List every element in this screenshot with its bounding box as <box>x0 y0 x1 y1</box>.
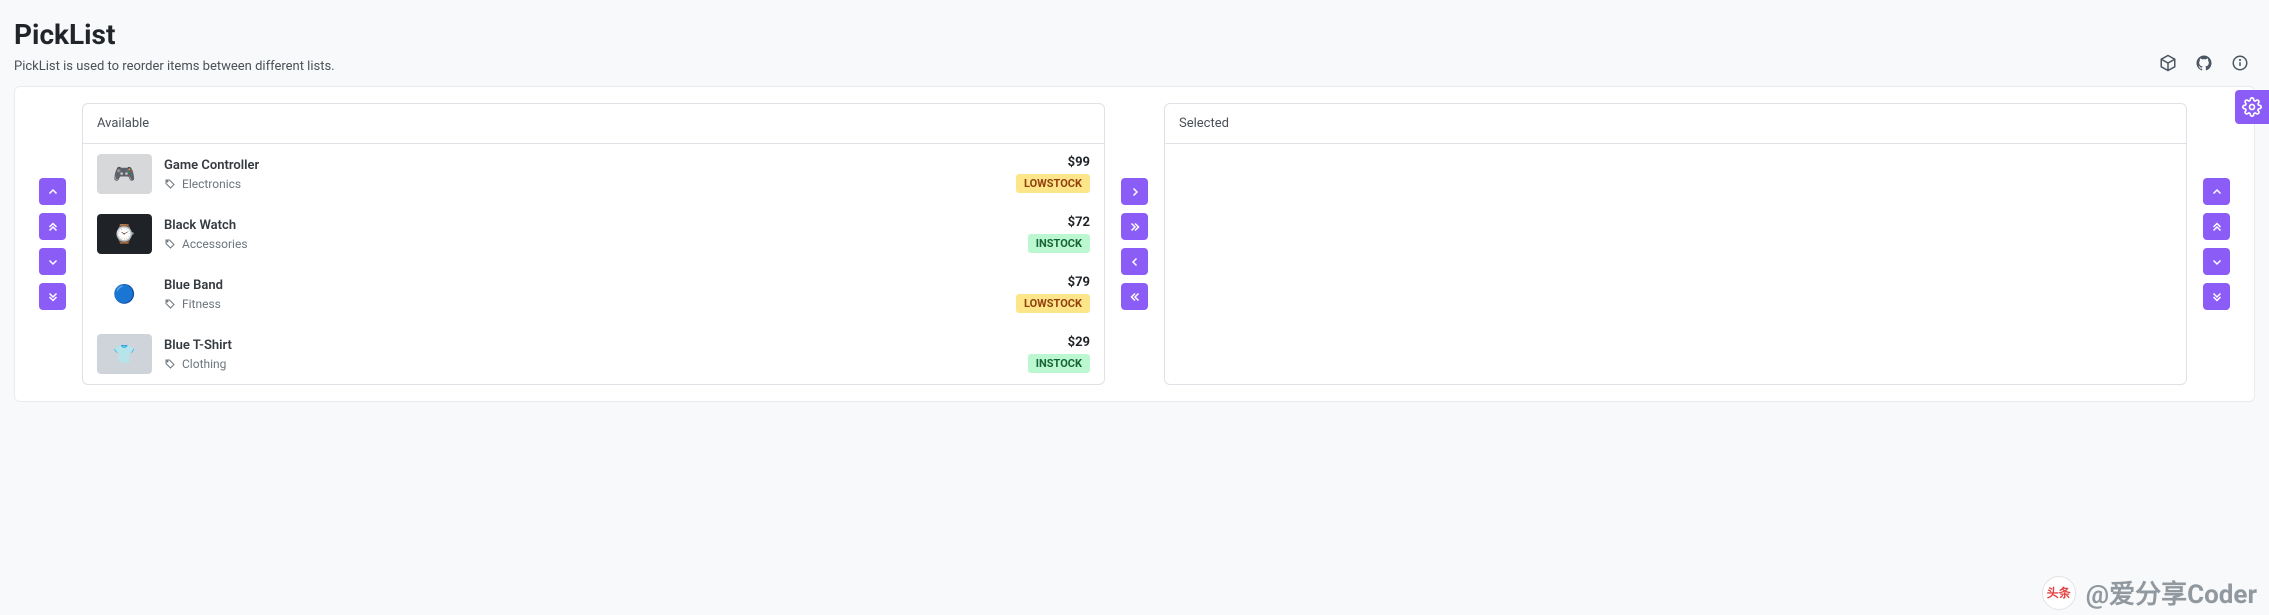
list-item[interactable]: 👕 Blue T-Shirt Clothing $29 INSTOCK <box>83 324 1104 384</box>
list-item[interactable]: 🎮 Game Controller Electronics $99 LOWSTOCK <box>83 144 1104 204</box>
item-thumbnail: 🔵 <box>97 274 152 314</box>
target-list-header: Selected <box>1165 104 2186 144</box>
watermark-text: @爱分享Coder <box>2086 574 2257 611</box>
picklist: Available 🎮 Game Controller Electronics $99… <box>39 103 2230 385</box>
item-price: $79 <box>1016 275 1090 290</box>
move-left-button[interactable] <box>1121 248 1148 275</box>
watermark-logo: 头条 <box>2042 576 2076 610</box>
list-item[interactable]: 🔵 Blue Band Fitness $79 LOWSTOCK <box>83 264 1104 324</box>
info-icon[interactable] <box>2231 54 2249 76</box>
item-name: Game Controller <box>164 158 1004 173</box>
target-move-top-button[interactable] <box>2203 213 2230 240</box>
transfer-controls <box>1121 103 1148 385</box>
move-down-button[interactable] <box>39 248 66 275</box>
item-price: $72 <box>1028 215 1090 230</box>
target-reorder-controls <box>2203 103 2230 385</box>
list-item[interactable]: ⌚ Black Watch Accessories $72 INSTOCK <box>83 204 1104 264</box>
tag-icon <box>164 298 176 310</box>
source-reorder-controls <box>39 103 66 385</box>
target-list: Selected <box>1164 103 2187 385</box>
target-move-down-button[interactable] <box>2203 248 2230 275</box>
move-all-left-button[interactable] <box>1121 283 1148 310</box>
picklist-card: Available 🎮 Game Controller Electronics $99… <box>14 86 2255 402</box>
tag-icon <box>164 178 176 190</box>
watermark: 头条 @爱分享Coder <box>2042 574 2257 611</box>
move-right-button[interactable] <box>1121 178 1148 205</box>
page-title: PickList <box>14 18 2159 51</box>
target-move-up-button[interactable] <box>2203 178 2230 205</box>
item-category: Electronics <box>164 177 1004 191</box>
codesandbox-icon[interactable] <box>2159 54 2177 76</box>
move-bottom-button[interactable] <box>39 283 66 310</box>
source-list-header: Available <box>83 104 1104 144</box>
page-subtitle: PickList is used to reorder items betwee… <box>14 59 2159 74</box>
target-list-body[interactable] <box>1165 144 2186 384</box>
item-category: Clothing <box>164 357 1016 371</box>
source-list-body[interactable]: 🎮 Game Controller Electronics $99 LOWSTOCK ⌚ B… <box>83 144 1104 384</box>
item-thumbnail: ⌚ <box>97 214 152 254</box>
move-up-button[interactable] <box>39 178 66 205</box>
item-name: Blue Band <box>164 278 1004 293</box>
move-all-right-button[interactable] <box>1121 213 1148 240</box>
target-move-bottom-button[interactable] <box>2203 283 2230 310</box>
status-badge: INSTOCK <box>1028 354 1090 373</box>
item-category: Fitness <box>164 297 1004 311</box>
settings-fab[interactable] <box>2235 90 2269 124</box>
item-thumbnail: 🎮 <box>97 154 152 194</box>
item-name: Black Watch <box>164 218 1016 233</box>
move-top-button[interactable] <box>39 213 66 240</box>
status-badge: LOWSTOCK <box>1016 174 1090 193</box>
page-header: PickList PickList is used to reorder ite… <box>14 0 2255 86</box>
header-icons <box>2159 18 2255 76</box>
tag-icon <box>164 238 176 250</box>
status-badge: LOWSTOCK <box>1016 294 1090 313</box>
github-icon[interactable] <box>2195 54 2213 76</box>
source-list: Available 🎮 Game Controller Electronics $99… <box>82 103 1105 385</box>
item-price: $29 <box>1028 335 1090 350</box>
item-category: Accessories <box>164 237 1016 251</box>
status-badge: INSTOCK <box>1028 234 1090 253</box>
item-name: Blue T-Shirt <box>164 338 1016 353</box>
tag-icon <box>164 358 176 370</box>
item-thumbnail: 👕 <box>97 334 152 374</box>
item-price: $99 <box>1016 155 1090 170</box>
